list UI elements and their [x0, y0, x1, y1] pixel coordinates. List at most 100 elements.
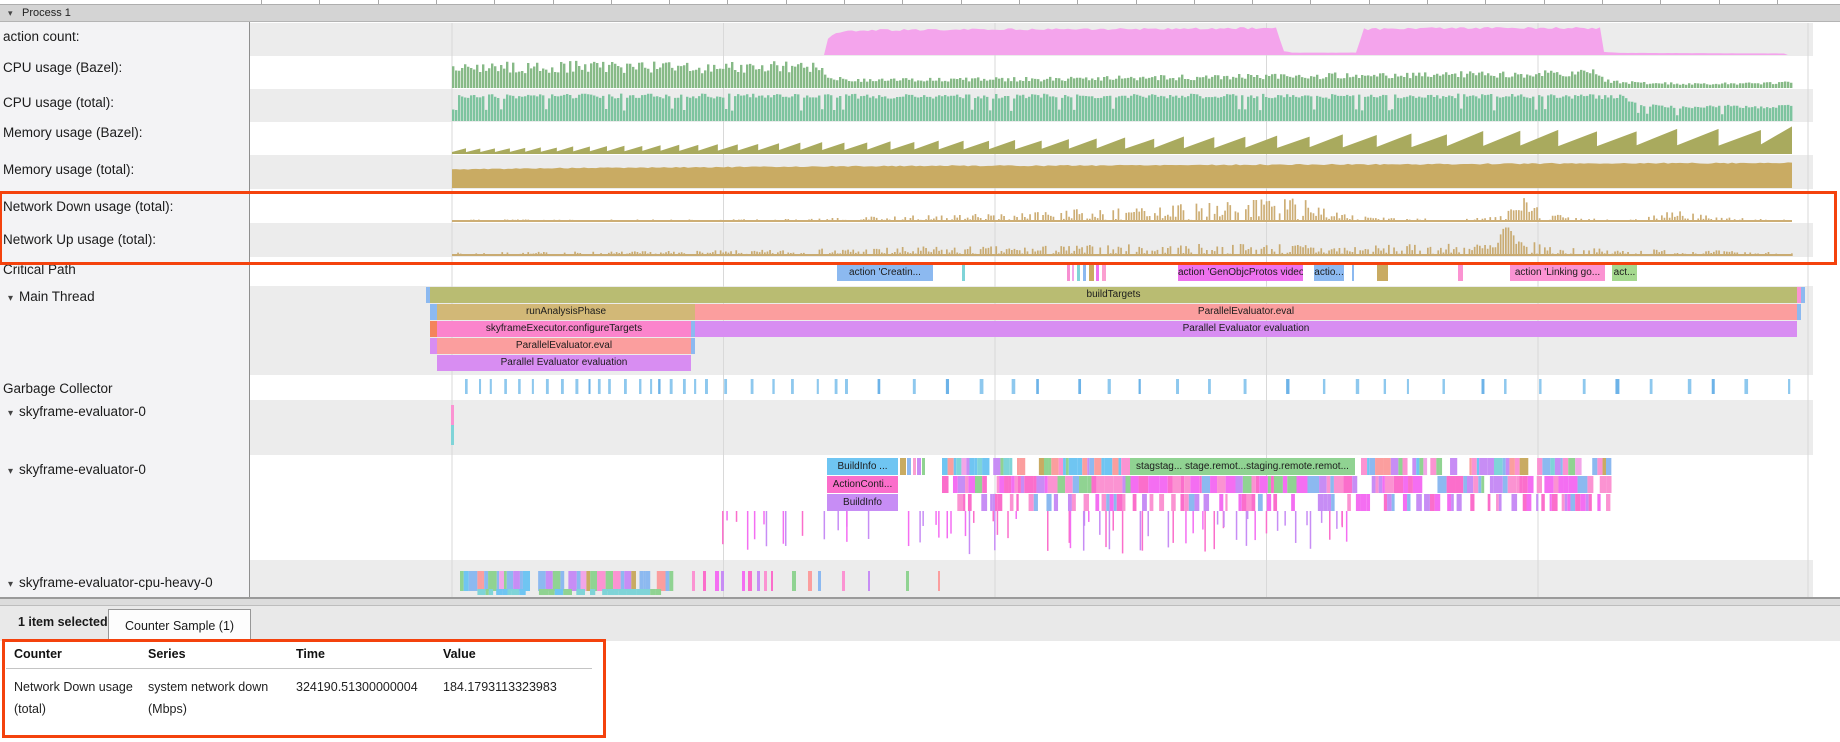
slice-dropline[interactable] — [736, 511, 738, 522]
slice-rect[interactable] — [1575, 458, 1581, 475]
slice-rect[interactable] — [657, 571, 666, 591]
slice-dropline[interactable] — [726, 511, 728, 520]
slice-dropline[interactable] — [783, 511, 785, 544]
slice-rect[interactable] — [1330, 476, 1334, 493]
slice-rect[interactable] — [1327, 476, 1331, 493]
slice-rect[interactable] — [1536, 494, 1538, 511]
slice-rect[interactable] — [1139, 476, 1149, 493]
gc-tick[interactable] — [1036, 379, 1039, 394]
slice-dropline[interactable] — [846, 511, 848, 542]
gc-tick[interactable] — [1688, 379, 1691, 394]
slice-dropline[interactable] — [1047, 511, 1049, 551]
slice-rect[interactable] — [1210, 476, 1217, 493]
slice-rect[interactable] — [1407, 494, 1410, 511]
tab-counter-sample[interactable]: Counter Sample (1) — [108, 609, 251, 641]
slice-rect[interactable] — [519, 589, 526, 595]
slice-rect[interactable] — [1009, 458, 1012, 475]
slice-rect[interactable] — [1470, 494, 1474, 511]
slice-rect[interactable] — [948, 458, 954, 475]
slice-rect[interactable] — [1058, 476, 1066, 493]
slice-rect[interactable] — [1160, 476, 1168, 493]
slice-rect[interactable] — [1300, 476, 1307, 493]
slice-dropline[interactable] — [1122, 511, 1124, 553]
slice-rect[interactable] — [1343, 476, 1352, 493]
gc-tick[interactable] — [588, 379, 590, 394]
slice-rect[interactable] — [1403, 476, 1408, 493]
slice-rect[interactable] — [993, 458, 1000, 475]
slice-rect[interactable] — [1287, 476, 1296, 493]
slice-rect[interactable] — [460, 571, 464, 591]
slice-rect[interactable] — [969, 458, 974, 475]
slice-rect[interactable] — [666, 571, 670, 591]
slice-rect[interactable] — [1121, 458, 1130, 475]
slice-rect[interactable] — [1307, 476, 1310, 493]
slice-dropline[interactable] — [922, 511, 924, 526]
slice-dropline[interactable] — [1236, 511, 1238, 540]
slice-rect[interactable] — [1039, 458, 1044, 475]
slice-rect[interactable] — [1494, 458, 1503, 475]
slice-dropline[interactable] — [837, 511, 839, 530]
slice-rect[interactable] — [553, 571, 561, 591]
slice-rect[interactable] — [520, 571, 523, 591]
slice-rect[interactable] — [1463, 476, 1467, 493]
slice-rect[interactable] — [1110, 494, 1114, 511]
slice-rect[interactable] — [1435, 494, 1441, 511]
slice-rect[interactable] — [981, 494, 987, 511]
slice-rect[interactable] — [568, 571, 576, 591]
gc-tick[interactable] — [639, 379, 641, 394]
slice-rect[interactable] — [982, 458, 989, 475]
slice-rect[interactable] — [1258, 494, 1263, 511]
slice-rect[interactable] — [1170, 476, 1173, 493]
slice-rect[interactable] — [499, 571, 504, 591]
slice-rect[interactable] — [1403, 458, 1408, 475]
slice-rect[interactable] — [1439, 458, 1442, 475]
gc-tick[interactable] — [608, 379, 611, 394]
slice-rect[interactable] — [1520, 458, 1529, 475]
slice-rect[interactable] — [1225, 494, 1227, 511]
slice-rect[interactable] — [1436, 458, 1439, 475]
slice-rect[interactable] — [942, 458, 948, 475]
gc-tick[interactable] — [504, 379, 507, 394]
gc-tick[interactable] — [650, 379, 652, 394]
slice-rect[interactable] — [1398, 458, 1402, 475]
slice-dropline[interactable] — [1223, 511, 1225, 527]
slice-rect[interactable] — [1423, 458, 1427, 475]
slice-rect[interactable] — [1537, 458, 1542, 475]
slice-rect[interactable] — [656, 589, 661, 595]
slice-dropline[interactable] — [1336, 511, 1338, 529]
slice-rect[interactable] — [1416, 458, 1419, 475]
slice-rect[interactable] — [956, 458, 961, 475]
counter-series-mem-bazel[interactable] — [452, 126, 1792, 154]
slice-rect[interactable] — [1430, 458, 1436, 475]
gc-tick[interactable] — [1407, 379, 1409, 394]
slice-rect[interactable] — [1180, 494, 1184, 511]
slice-rect[interactable] — [1552, 494, 1558, 511]
slice-rect[interactable] — [1049, 458, 1051, 475]
slice-rect[interactable] — [555, 589, 564, 595]
slice-rect[interactable] — [1065, 476, 1073, 493]
slice-rect[interactable] — [1392, 494, 1395, 511]
slice-rect[interactable] — [1568, 458, 1575, 475]
slice-dropline[interactable] — [997, 511, 999, 535]
slice-rect[interactable] — [1560, 458, 1562, 475]
track-label-skyframe-evaluator-0-b[interactable]: ▾skyframe-evaluator-0 — [8, 462, 146, 478]
gc-tick[interactable] — [598, 379, 601, 394]
slice-rect[interactable] — [1578, 476, 1588, 493]
slice-rect[interactable] — [1190, 476, 1199, 493]
slice-rect[interactable] — [597, 571, 606, 591]
gc-tick[interactable] — [946, 379, 949, 394]
gc-tick[interactable] — [724, 379, 727, 394]
slice-rect[interactable] — [1503, 476, 1508, 493]
slice-rect[interactable] — [1297, 476, 1301, 493]
gc-tick[interactable] — [1208, 379, 1211, 394]
slice-rect[interactable] — [1481, 476, 1484, 493]
slice-rect[interactable] — [1069, 458, 1078, 475]
gc-tick[interactable] — [1286, 379, 1289, 394]
slice-dropline[interactable] — [747, 511, 749, 550]
slice-rect[interactable] — [1509, 458, 1514, 475]
slice-rect[interactable] — [590, 589, 595, 595]
slice-rect[interactable] — [1268, 476, 1271, 493]
slice-dropline[interactable] — [992, 511, 994, 521]
slice-rect[interactable] — [1318, 494, 1323, 511]
slice-rect[interactable] — [627, 589, 636, 595]
